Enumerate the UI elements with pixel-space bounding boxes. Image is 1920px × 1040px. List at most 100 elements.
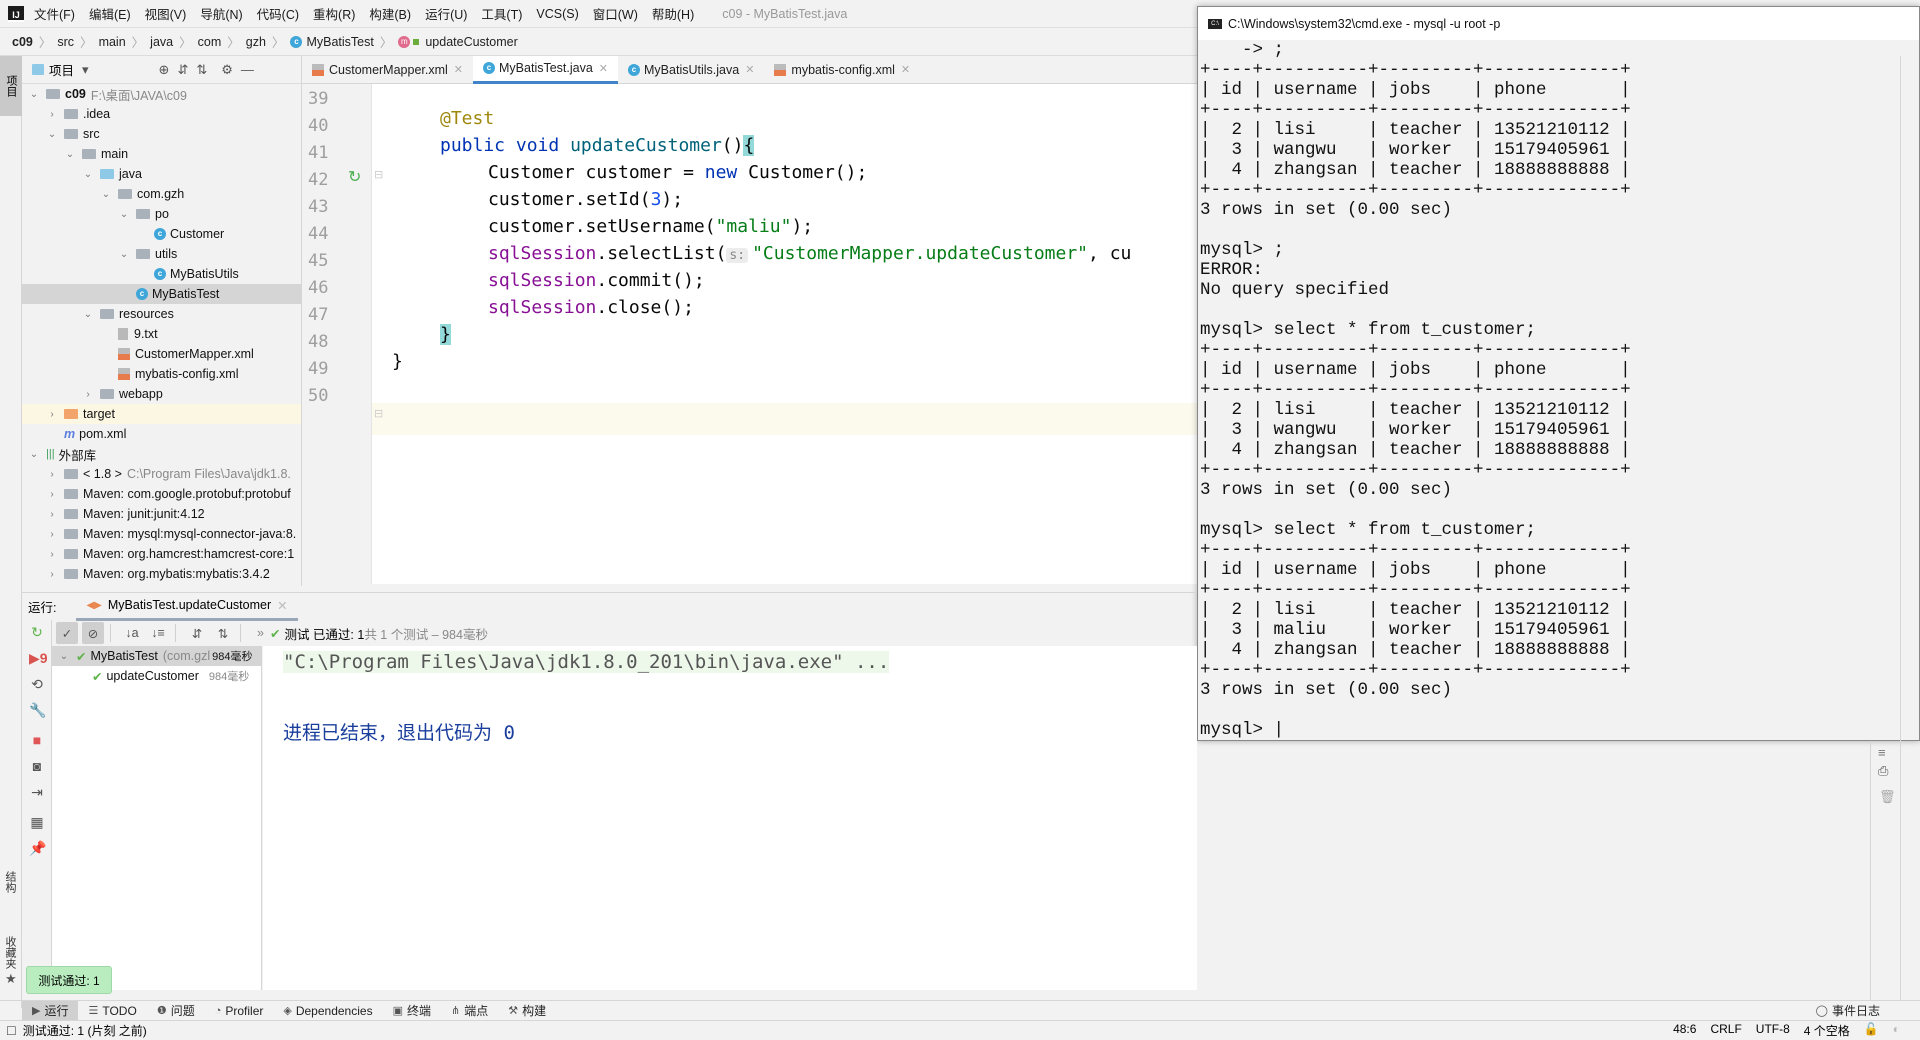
- hector-icon[interactable]: ◐: [1893, 1022, 1900, 1039]
- chevron-right-icon[interactable]: ›: [46, 489, 58, 500]
- locate-icon[interactable]: ⊕: [159, 62, 170, 78]
- toolwindow-terminal[interactable]: ▣ 终端: [383, 1001, 441, 1021]
- project-tree-item[interactable]: ⌄ ||| 外部库: [22, 444, 301, 464]
- menu-build[interactable]: 构建(B): [369, 4, 411, 23]
- tab-mybatistest-java[interactable]: c MyBatisTest.java ✕: [473, 55, 619, 84]
- project-tree-item[interactable]: ⌄ com.gzh: [22, 184, 301, 204]
- chevron-down-icon[interactable]: ⌄: [46, 129, 58, 140]
- project-view-selector[interactable]: 项目: [49, 60, 74, 79]
- chevron-down-icon[interactable]: ⌄: [100, 189, 112, 200]
- file-encoding[interactable]: UTF-8: [1756, 1022, 1790, 1039]
- project-tree-item[interactable]: › Maven: com.google.protobuf:protobuf: [22, 484, 301, 504]
- expand-all-icon[interactable]: ⇵: [177, 62, 188, 78]
- menu-refactor[interactable]: 重构(R): [313, 4, 355, 23]
- favorites-tool-tab[interactable]: 收藏夹: [2, 936, 18, 969]
- menu-window[interactable]: 窗口(W): [593, 4, 638, 23]
- project-tree-item[interactable]: c Customer: [22, 224, 301, 244]
- menu-edit[interactable]: 编辑(E): [89, 4, 131, 23]
- project-tree-item[interactable]: › Maven: mysql:mysql-connector-java:8.: [22, 524, 301, 544]
- project-tree-item[interactable]: c MyBatisTest: [22, 284, 301, 304]
- project-tree-item[interactable]: ⌄ resources: [22, 304, 301, 324]
- breadcrumb-mybatistest[interactable]: MyBatisTest: [306, 35, 373, 49]
- close-icon[interactable]: ✕: [454, 63, 463, 76]
- rerun-failed-icon[interactable]: ▶9: [29, 650, 48, 667]
- menu-code[interactable]: 代码(C): [257, 4, 299, 23]
- breadcrumb-gzh[interactable]: gzh: [246, 35, 266, 49]
- project-tree-item[interactable]: mybatis-config.xml: [22, 364, 301, 384]
- tab-customermapper-xml[interactable]: CustomerMapper.xml ✕: [302, 56, 473, 84]
- print-icon[interactable]: ⎙: [1878, 763, 1888, 779]
- project-tree-item[interactable]: › < 1.8 > C:\Program Files\Java\jdk1.8.: [22, 464, 301, 484]
- project-tool-tab[interactable]: 项目: [0, 56, 22, 116]
- breadcrumb-main[interactable]: main: [99, 35, 126, 49]
- cmd-window[interactable]: C:\ C:\Windows\system32\cmd.exe - mysql …: [1197, 6, 1920, 741]
- chevron-down-icon[interactable]: ⌄: [82, 169, 94, 180]
- breadcrumb-com[interactable]: com: [198, 35, 222, 49]
- project-tree-item[interactable]: › Maven: junit:junit:4.12: [22, 504, 301, 524]
- trash-icon[interactable]: 🗑: [1879, 789, 1896, 805]
- project-tree-item[interactable]: ⌄ c09 F:\桌面\JAVA\c09: [22, 84, 301, 104]
- project-tree-item[interactable]: › Maven: org.mybatis:mybatis:3.4.2: [22, 564, 301, 584]
- project-tree-item[interactable]: ⌄ utils: [22, 244, 301, 264]
- toolwindow-todo[interactable]: ☰ TODO: [78, 1001, 146, 1021]
- project-tree-item[interactable]: › .idea: [22, 104, 301, 124]
- collapse-all-button[interactable]: ⇅: [212, 622, 234, 644]
- structure-tool-tab[interactable]: 结构: [2, 871, 18, 893]
- test-case-row[interactable]: ✔ updateCustomer 984毫秒: [52, 666, 261, 686]
- status-message[interactable]: 测试通过: 1 (片刻 之前): [23, 1022, 147, 1039]
- stop-icon[interactable]: ■: [29, 732, 45, 748]
- project-tree-item[interactable]: › target: [22, 404, 301, 424]
- expand-all-button[interactable]: ⇵: [186, 622, 208, 644]
- toolwindow-profiler[interactable]: ◔ Profiler: [205, 1001, 274, 1021]
- code-editor[interactable]: 39 40 41 42 43 44 45 46 47 48 49 50 ↻ ⊟ ⊟ @Test pub…: [302, 84, 1200, 584]
- test-passed-toast[interactable]: 测试通过: 1: [26, 966, 112, 994]
- fold-icon[interactable]: ⊟: [374, 407, 383, 420]
- soft-wrap-icon[interactable]: ≡: [1878, 745, 1886, 760]
- tab-mybatisutils-java[interactable]: c MyBatisUtils.java ✕: [618, 56, 764, 84]
- toolwindow-dependencies[interactable]: ◈ Dependencies: [273, 1001, 382, 1021]
- project-tree-item[interactable]: ⌄ po: [22, 204, 301, 224]
- chevron-down-icon[interactable]: ⌄: [28, 89, 40, 100]
- menu-navigate[interactable]: 导航(N): [200, 4, 242, 23]
- chevron-right-icon[interactable]: ›: [46, 409, 58, 420]
- close-icon[interactable]: ✕: [277, 598, 287, 613]
- project-tree-item[interactable]: › Maven: org.hamcrest:hamcrest-core:1: [22, 544, 301, 564]
- chevron-right-icon[interactable]: ›: [46, 109, 58, 120]
- hide-icon[interactable]: —: [241, 62, 254, 77]
- indent-setting[interactable]: 4 个空格: [1804, 1022, 1850, 1039]
- breadcrumb-updatecustomer[interactable]: updateCustomer: [425, 35, 517, 49]
- show-passed-button[interactable]: ✓: [56, 622, 78, 644]
- caret-position[interactable]: 48:6: [1673, 1022, 1696, 1039]
- breadcrumb-java[interactable]: java: [150, 35, 173, 49]
- cmd-output[interactable]: -> ; +----+----------+---------+---------…: [1198, 40, 1919, 740]
- chevron-right-icon[interactable]: ›: [46, 549, 58, 560]
- run-test-gutter-icon[interactable]: ↻: [348, 167, 361, 187]
- chevron-down-icon[interactable]: ⌄: [118, 209, 130, 220]
- project-tree-item[interactable]: › webapp: [22, 384, 301, 404]
- project-tree-item[interactable]: ⌄ java: [22, 164, 301, 184]
- gear-icon[interactable]: ⚙: [221, 62, 233, 78]
- import-icon[interactable]: ⇥: [29, 784, 45, 801]
- project-tree-item[interactable]: 9.txt: [22, 324, 301, 344]
- project-tree-item[interactable]: ⌄ src: [22, 124, 301, 144]
- chevron-down-icon[interactable]: ⌄: [64, 149, 76, 160]
- chevron-down-icon[interactable]: ⌄: [118, 249, 130, 260]
- menu-run[interactable]: 运行(U): [425, 4, 467, 23]
- chevron-down-icon[interactable]: ⌄: [82, 309, 94, 320]
- lock-icon[interactable]: 🔓: [1864, 1022, 1879, 1039]
- camera-icon[interactable]: ◙: [29, 758, 45, 774]
- sort-duration-button[interactable]: ↓≡: [147, 622, 169, 644]
- breadcrumb-c09[interactable]: c09: [12, 35, 33, 49]
- menu-file[interactable]: 文件(F): [34, 4, 75, 23]
- project-tree-item[interactable]: m pom.xml: [22, 424, 301, 444]
- collapse-all-icon[interactable]: ⇅: [196, 62, 207, 78]
- rerun-icon[interactable]: ↻: [29, 624, 45, 641]
- breadcrumb-src[interactable]: src: [57, 35, 74, 49]
- toggle-auto-test-icon[interactable]: ⟲: [29, 676, 45, 693]
- toolwindow-run[interactable]: ▶ 运行: [22, 1000, 79, 1021]
- run-tab[interactable]: ◀▶ MyBatisTest.updateCustomer ✕: [76, 593, 298, 621]
- menu-help[interactable]: 帮助(H): [652, 4, 694, 23]
- chevron-right-icon[interactable]: ›: [46, 569, 58, 580]
- line-separator[interactable]: CRLF: [1710, 1022, 1741, 1039]
- tab-mybatis-config-xml[interactable]: mybatis-config.xml ✕: [764, 56, 920, 84]
